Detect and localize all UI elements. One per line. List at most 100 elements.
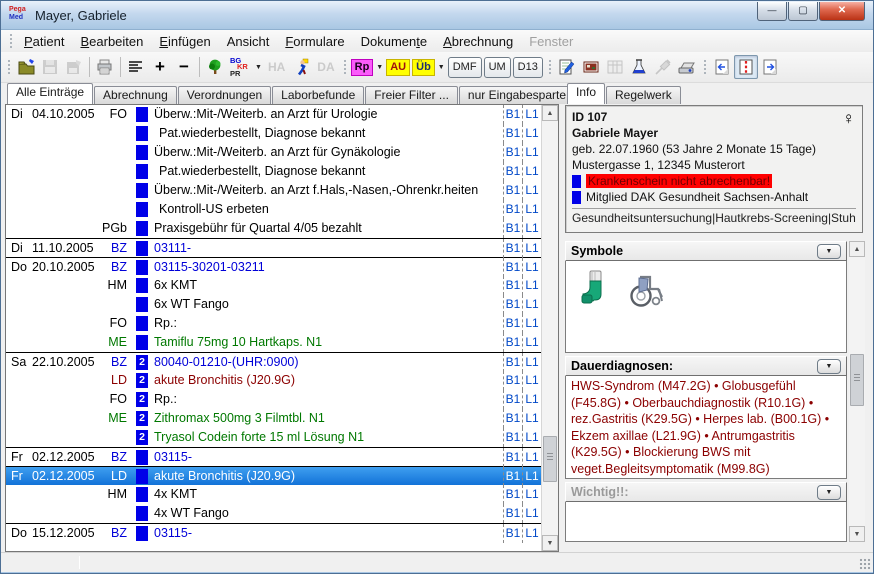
scroll-thumb[interactable] xyxy=(543,436,557,482)
record-row[interactable]: Do15.12.2005BZ03115-B1L1 xyxy=(6,523,541,542)
rp-button[interactable]: Rp xyxy=(350,55,375,79)
patient-name: Gabriele Mayer xyxy=(572,125,856,141)
symbole-content xyxy=(565,261,847,353)
filter-tab-4[interactable]: Freier Filter ... xyxy=(365,86,458,104)
record-row[interactable]: 4x WT FangoB1L1 xyxy=(6,504,541,523)
menu-ansicht[interactable]: Ansicht xyxy=(219,32,278,51)
scroll-track[interactable] xyxy=(542,121,558,535)
scroll-down-icon[interactable]: ▼ xyxy=(542,535,558,551)
note-edit-icon[interactable] xyxy=(555,55,579,79)
info-tab-regelwerk[interactable]: Regelwerk xyxy=(606,86,681,104)
ha-button[interactable]: HA xyxy=(264,55,289,79)
au-button[interactable]: AU xyxy=(385,55,411,79)
menu-einfügen[interactable]: Einfügen xyxy=(151,32,218,51)
record-table: Di04.10.2005FOÜberw.:Mit-/Weiterb. an Ar… xyxy=(5,104,559,552)
um-button[interactable]: UM xyxy=(484,57,511,78)
info-tab-info[interactable]: Info xyxy=(567,83,605,104)
record-row[interactable]: Fr02.12.2005LDakute Bronchitis (J20.9G)B… xyxy=(6,466,541,485)
save-icon[interactable] xyxy=(38,55,62,79)
rp-dropdown-icon[interactable]: ▼ xyxy=(376,64,383,71)
info-scrollbar[interactable]: ▲ ▼ xyxy=(849,241,865,542)
patient-info-box: ♀ ID 107 Gabriele Mayer geb. 22.07.1960 … xyxy=(565,105,863,233)
image-icon[interactable] xyxy=(579,55,603,79)
menu-dokumente[interactable]: Dokumente xyxy=(353,32,436,51)
remove-entry-icon[interactable]: − xyxy=(172,55,196,79)
table-icon[interactable] xyxy=(603,55,627,79)
scanner-icon[interactable] xyxy=(675,55,699,79)
record-row[interactable]: Pat.wiederbestellt, Diagnose bekanntB1L1 xyxy=(6,124,541,143)
add-entry-icon[interactable]: + xyxy=(148,55,172,79)
save-send-icon[interactable] xyxy=(62,55,86,79)
filter-tab-0[interactable]: Alle Einträge xyxy=(7,83,93,104)
symbole-title: Symbole xyxy=(571,244,623,258)
record-row[interactable]: ME2Zithromax 500mg 3 Filmtbl. N1B1L1 xyxy=(6,409,541,428)
record-row[interactable]: Fr02.12.2005BZ03115-B1L1 xyxy=(6,447,541,466)
filter-tab-2[interactable]: Verordnungen xyxy=(178,86,271,104)
print-icon[interactable] xyxy=(93,55,117,79)
entry-marker: 2 xyxy=(136,411,148,426)
lab-flask-icon[interactable] xyxy=(627,55,651,79)
entry-marker xyxy=(136,278,148,293)
record-row[interactable]: Kontroll-US erbetenB1L1 xyxy=(6,200,541,219)
bg-kr-pr-dropdown-icon[interactable]: ▼ xyxy=(255,64,262,71)
da-button[interactable]: DA xyxy=(313,55,338,79)
wichtig-content xyxy=(565,502,847,542)
dmf-button[interactable]: DMF xyxy=(448,57,482,78)
symbole-dropdown-button[interactable]: ▼ xyxy=(817,244,841,259)
patient-figure-icon[interactable] xyxy=(289,55,313,79)
record-row[interactable]: LD2akute Bronchitis (J20.9G)B1L1 xyxy=(6,371,541,390)
minimize-button[interactable]: — xyxy=(757,2,787,21)
record-row[interactable]: METamiflu 75mg 10 Hartkaps. N1B1L1 xyxy=(6,333,541,352)
record-row[interactable]: Do20.10.2005BZ03115-30201-03211B1L1 xyxy=(6,257,541,276)
info-scroll-track[interactable] xyxy=(849,257,865,526)
maximize-button[interactable]: ▢ xyxy=(788,2,818,21)
scroll-up-icon[interactable]: ▲ xyxy=(542,105,558,121)
record-row[interactable]: 6x WT FangoB1L1 xyxy=(6,295,541,314)
pane-left-button[interactable] xyxy=(710,55,734,79)
ueb-button[interactable]: Üb xyxy=(411,55,436,79)
record-row[interactable]: FORp.:B1L1 xyxy=(6,314,541,333)
filter-tab-3[interactable]: Laborbefunde xyxy=(272,86,364,104)
entry-marker xyxy=(136,335,148,350)
filter-tabs: Alle EinträgeAbrechnungVerordnungenLabor… xyxy=(5,83,559,104)
info-scroll-up-icon[interactable]: ▲ xyxy=(849,241,865,257)
menu-formulare[interactable]: Formulare xyxy=(277,32,352,51)
record-row[interactable]: Di11.10.2005BZ03111-B1L1 xyxy=(6,238,541,257)
bg-kr-pr-button[interactable]: BGKRPR xyxy=(227,55,253,79)
tree-icon[interactable] xyxy=(203,55,227,79)
record-row[interactable]: Pat.wiederbestellt, Diagnose bekanntB1L1 xyxy=(6,162,541,181)
record-scrollbar[interactable]: ▲ ▼ xyxy=(541,105,558,551)
injection-icon[interactable] xyxy=(651,55,675,79)
record-row[interactable]: Überw.:Mit-/Weiterb. an Arzt f.Hals,-Nas… xyxy=(6,181,541,200)
record-row[interactable]: PGbPraxisgebühr für Quartal 4/05 bezahlt… xyxy=(6,219,541,238)
pane-right-button[interactable] xyxy=(758,55,782,79)
info-scroll-thumb[interactable] xyxy=(850,354,864,406)
menu-patient[interactable]: Patient xyxy=(16,32,72,51)
record-row[interactable]: FO2Rp.:B1L1 xyxy=(6,390,541,409)
pane-split-button[interactable] xyxy=(734,55,758,79)
d13-button[interactable]: D13 xyxy=(513,57,543,78)
record-row[interactable]: Di04.10.2005FOÜberw.:Mit-/Weiterb. an Ar… xyxy=(6,105,541,124)
menu-abrechnung[interactable]: Abrechnung xyxy=(435,32,521,51)
filter-tab-1[interactable]: Abrechnung xyxy=(94,86,177,104)
entry-marker xyxy=(136,297,148,312)
entry-marker xyxy=(136,260,148,275)
open-patient-icon[interactable] xyxy=(14,55,38,79)
record-row[interactable]: Sa22.10.2005BZ280040-01210-(UHR:0900)B1L… xyxy=(6,352,541,371)
record-row[interactable]: HM6x KMTB1L1 xyxy=(6,276,541,295)
menu-bearbeiten[interactable]: Bearbeiten xyxy=(72,32,151,51)
record-row[interactable]: 2Tryasol Codein forte 15 ml Lösung N1B1L… xyxy=(6,428,541,447)
dauerdiagnosen-dropdown-button[interactable]: ▼ xyxy=(817,359,841,374)
record-row[interactable]: Überw.:Mit-/Weiterb. an Arzt für Gynäkol… xyxy=(6,143,541,162)
alert-bullet-icon xyxy=(572,191,581,204)
entry-marker: 2 xyxy=(136,355,148,370)
resize-grip[interactable] xyxy=(859,558,871,570)
wichtig-dropdown-button[interactable]: ▼ xyxy=(817,485,841,500)
window-title: Mayer, Gabriele xyxy=(35,8,127,23)
filter-tab-5[interactable]: nur Eingabesparte xyxy=(459,86,575,104)
info-scroll-down-icon[interactable]: ▼ xyxy=(849,526,865,542)
entry-list-icon[interactable] xyxy=(124,55,148,79)
record-row[interactable]: HM4x KMTB1L1 xyxy=(6,485,541,504)
ueb-dropdown-icon[interactable]: ▼ xyxy=(438,64,445,71)
close-button[interactable]: ✕ xyxy=(819,2,865,21)
